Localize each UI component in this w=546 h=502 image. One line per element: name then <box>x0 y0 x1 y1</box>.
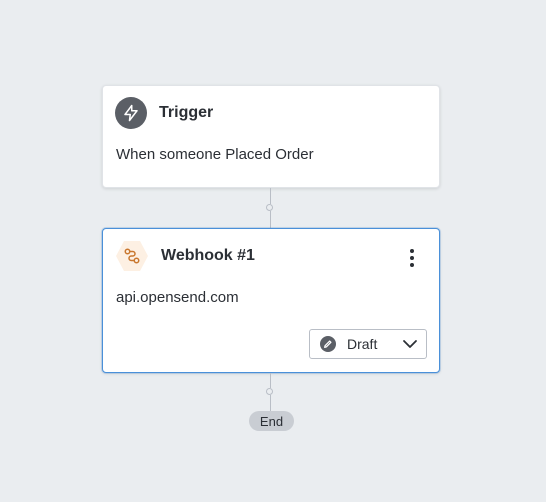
trigger-description: When someone Placed Order <box>116 146 314 163</box>
webhook-title: Webhook #1 <box>161 247 255 264</box>
webhook-header: Webhook #1 <box>115 240 255 272</box>
end-node: End <box>249 411 294 431</box>
trigger-header: Trigger <box>115 97 213 129</box>
trigger-title: Trigger <box>159 104 214 121</box>
trigger-card[interactable]: Trigger When someone Placed Order <box>102 85 440 188</box>
chevron-down-icon <box>403 340 417 348</box>
more-options-button[interactable] <box>403 247 421 269</box>
connector-line-top-lower <box>270 211 271 228</box>
connector-add-node-bottom[interactable] <box>266 388 273 395</box>
webhook-card[interactable]: Webhook #1 api.opensend.com Draft <box>102 228 440 373</box>
kebab-dot-icon <box>410 263 414 267</box>
status-label: Draft <box>347 336 378 352</box>
kebab-dot-icon <box>410 256 414 260</box>
lightning-bolt-icon <box>115 97 147 129</box>
kebab-dot-icon <box>410 249 414 253</box>
connector-line-bottom-lower <box>270 395 271 411</box>
webhook-icon <box>115 240 149 272</box>
connector-line-top <box>270 188 271 204</box>
connector-add-node-top[interactable] <box>266 204 273 211</box>
status-dropdown[interactable]: Draft <box>309 329 427 359</box>
connector-line-bottom <box>270 373 271 388</box>
flow-canvas: Trigger When someone Placed Order Webhoo… <box>0 0 546 502</box>
pencil-icon <box>320 336 336 352</box>
webhook-url: api.opensend.com <box>116 289 239 306</box>
